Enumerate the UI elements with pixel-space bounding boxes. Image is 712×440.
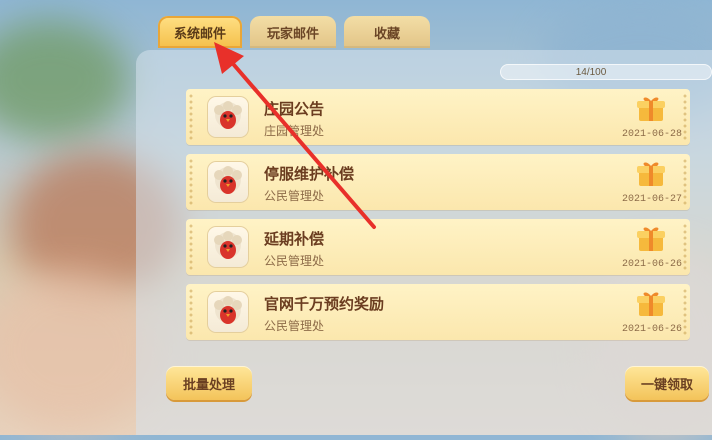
mail-title: 停服维护补偿 [264,166,355,183]
mail-item[interactable]: 停服维护补偿 公民管理处 2021-06-27 [186,154,690,210]
turkey-avatar-icon [207,96,249,138]
turkey-avatar-icon [207,226,249,268]
tab-player-mail[interactable]: 玩家邮件 [250,16,336,48]
mail-item[interactable]: 庄园公告 庄园管理处 2021-06-28 [186,89,690,145]
mail-tabs: 系统邮件 玩家邮件 收藏 [158,16,430,50]
mail-date: 2021-06-28 [621,129,682,140]
mail-item[interactable]: 延期补偿 公民管理处 2021-06-26 [186,219,690,275]
mail-date: 2021-06-26 [621,324,682,335]
mail-date: 2021-06-26 [621,259,682,270]
mail-capacity-bar: 14/100 [500,64,712,80]
mail-sender: 公民管理处 [264,319,325,333]
tab-system-mail[interactable]: 系统邮件 [158,16,242,48]
mail-title: 官网千万预约奖励 [264,296,385,313]
gift-box-icon [637,97,665,121]
mail-sender: 公民管理处 [264,254,325,268]
gift-box-icon [637,292,665,316]
mail-item[interactable]: 官网千万预约奖励 公民管理处 2021-06-26 [186,284,690,340]
tab-favorites[interactable]: 收藏 [344,16,430,48]
mail-capacity-text: 14/100 [575,66,607,78]
gift-box-icon [637,162,665,186]
claim-all-button[interactable]: 一键领取 [625,366,709,400]
mail-date: 2021-06-27 [621,194,682,205]
mail-list: 庄园公告 庄园管理处 2021-06-28 停服维护补偿 公民管理处 2021-… [186,89,690,349]
background-tree [0,20,130,140]
gift-box-icon [637,227,665,251]
mail-sender: 庄园管理处 [264,124,325,138]
mail-sender: 公民管理处 [264,189,325,203]
batch-process-button[interactable]: 批量处理 [166,366,252,400]
mail-title: 延期补偿 [264,231,325,248]
turkey-avatar-icon [207,291,249,333]
mail-title: 庄园公告 [264,101,325,118]
turkey-avatar-icon [207,161,249,203]
